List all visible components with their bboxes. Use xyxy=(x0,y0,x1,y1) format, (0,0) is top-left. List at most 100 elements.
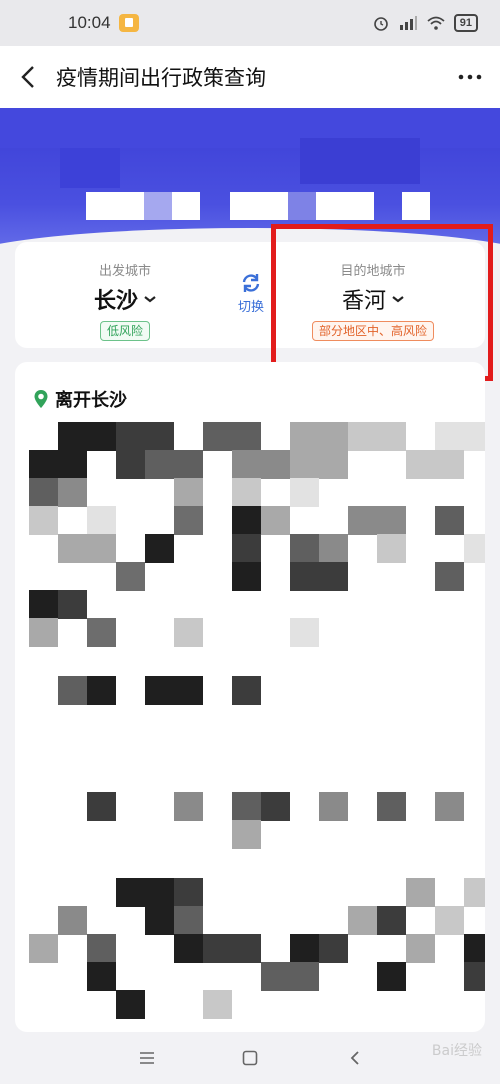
mosaic-pixel xyxy=(232,478,261,507)
mosaic-pixel xyxy=(232,506,261,535)
mosaic-pixel xyxy=(435,422,464,451)
mosaic-pixel xyxy=(290,562,319,591)
system-nav-bar xyxy=(0,1032,500,1084)
departure-city-panel[interactable]: 出发城市 长沙 低风险 xyxy=(55,242,195,348)
mosaic-pixel xyxy=(319,792,348,821)
mosaic-pixel xyxy=(174,906,203,935)
banner-pixel xyxy=(60,148,120,188)
mosaic-pixel xyxy=(377,962,406,991)
mosaic-pixel xyxy=(145,878,174,907)
mosaic-pixel xyxy=(435,506,464,535)
mosaic-pixel xyxy=(319,534,348,563)
mosaic-pixel xyxy=(319,562,348,591)
mosaic-pixel xyxy=(377,906,406,935)
switch-button[interactable]: 切换 xyxy=(231,272,271,315)
banner-title-block xyxy=(172,192,200,220)
banner-title-block xyxy=(316,192,374,220)
departure-caption: 出发城市 xyxy=(98,264,151,279)
mosaic-pixel xyxy=(203,422,232,451)
banner-title-block xyxy=(86,192,144,220)
mosaic-pixel xyxy=(406,934,435,963)
mosaic-pixel xyxy=(58,422,87,451)
mosaic-pixel xyxy=(319,450,348,479)
mosaic-pixel xyxy=(232,820,261,849)
mosaic-pixel xyxy=(435,906,464,935)
chevron-left-icon xyxy=(21,66,34,88)
nav-menu-button[interactable] xyxy=(132,1044,162,1072)
mosaic-pixel xyxy=(435,792,464,821)
chevron-left-icon xyxy=(350,1051,359,1065)
policy-content-card: 离开长沙 xyxy=(15,362,485,1032)
nav-back-button[interactable] xyxy=(340,1044,370,1072)
mosaic-pixel xyxy=(290,962,319,991)
mosaic-pixel xyxy=(29,450,58,479)
mosaic-pixel xyxy=(87,618,116,647)
signal-icon xyxy=(399,16,417,30)
mosaic-pixel xyxy=(87,934,116,963)
mosaic-pixel xyxy=(232,934,261,963)
battery-indicator: 91 xyxy=(453,14,478,32)
departure-city-selector[interactable]: 长沙 xyxy=(94,283,156,315)
mosaic-pixel xyxy=(145,450,174,479)
mosaic-pixel xyxy=(232,534,261,563)
mosaic-pixel xyxy=(87,792,116,821)
nav-home-button[interactable] xyxy=(235,1044,265,1072)
section-title: 离开长沙 xyxy=(55,390,127,411)
more-button[interactable] xyxy=(440,46,500,108)
mosaic-pixel xyxy=(261,506,290,535)
square-icon xyxy=(242,1050,258,1066)
mosaic-pixel xyxy=(174,618,203,647)
mosaic-pixel xyxy=(464,962,485,991)
departure-risk-badge: 低风险 xyxy=(99,321,150,341)
mosaic-pixel xyxy=(174,934,203,963)
mosaic-pixel xyxy=(319,934,348,963)
alarm-icon xyxy=(373,17,388,31)
mosaic-pixel xyxy=(116,562,145,591)
mosaic-pixel xyxy=(174,450,203,479)
mosaic-pixel xyxy=(87,422,116,451)
location-pin-icon xyxy=(34,390,48,408)
mosaic-pixel xyxy=(116,878,145,907)
mosaic-pixel xyxy=(290,534,319,563)
wifi-icon xyxy=(427,16,445,30)
mosaic-pixel xyxy=(377,506,406,535)
mosaic-pixel xyxy=(87,676,116,705)
mosaic-pixel xyxy=(116,990,145,1019)
mosaic-pixel xyxy=(290,478,319,507)
mosaic-pixel xyxy=(464,534,485,563)
mosaic-pixel xyxy=(290,618,319,647)
mosaic-pixel xyxy=(87,962,116,991)
mosaic-pixel xyxy=(29,934,58,963)
mosaic-pixel xyxy=(58,906,87,935)
mosaic-pixel xyxy=(232,562,261,591)
mosaic-pixel xyxy=(174,878,203,907)
mosaic-pixel xyxy=(29,590,58,619)
mosaic-pixel xyxy=(29,506,58,535)
watermark: Bai经验 xyxy=(431,1043,482,1059)
mosaic-pixel xyxy=(174,506,203,535)
section-header: 离开长沙 xyxy=(33,386,127,412)
mosaic-pixel xyxy=(58,450,87,479)
mosaic-pixel xyxy=(232,792,261,821)
mosaic-pixel xyxy=(232,450,261,479)
page-title: 疫情期间出行政策查询 xyxy=(56,66,266,90)
mosaic-pixel xyxy=(261,450,290,479)
mosaic-pixel xyxy=(174,478,203,507)
mosaic-pixel xyxy=(174,676,203,705)
mosaic-pixel xyxy=(174,792,203,821)
mosaic-pixel xyxy=(232,676,261,705)
banner-title-block xyxy=(402,192,430,220)
mosaic-pixel xyxy=(348,506,377,535)
chevron-down-icon xyxy=(144,296,156,303)
status-indicators: 91 xyxy=(372,14,478,32)
mosaic-pixel xyxy=(58,676,87,705)
mosaic-pixel xyxy=(87,534,116,563)
banner-pixel xyxy=(300,138,420,184)
mosaic-pixel xyxy=(464,934,485,963)
back-button[interactable] xyxy=(0,46,56,108)
switch-label: 切换 xyxy=(237,300,264,315)
mosaic-pixel xyxy=(464,878,485,907)
mosaic-pixel xyxy=(58,590,87,619)
mosaic-pixel xyxy=(348,422,377,451)
mosaic-pixel xyxy=(435,562,464,591)
